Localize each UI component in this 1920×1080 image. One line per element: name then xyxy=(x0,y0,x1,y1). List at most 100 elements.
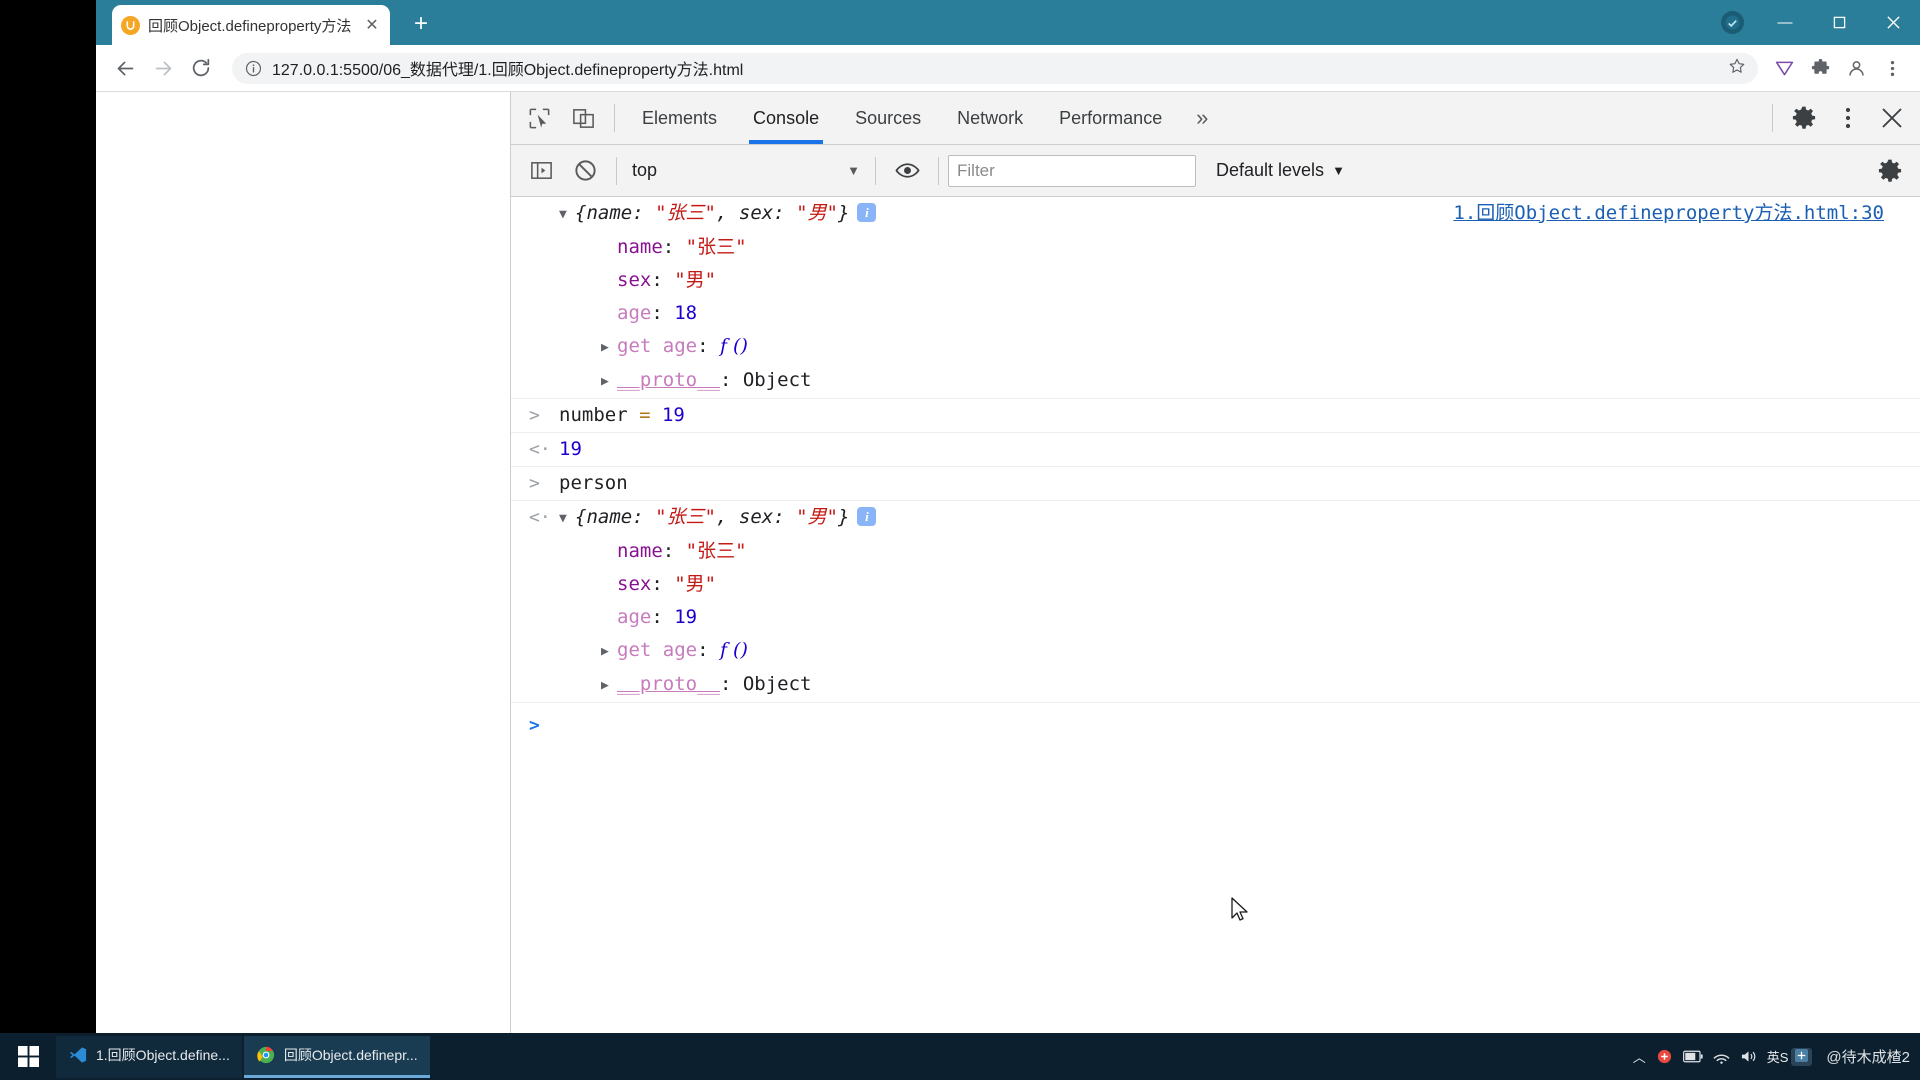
execution-context-selector[interactable]: top ▼ xyxy=(626,155,866,187)
eye-icon[interactable] xyxy=(885,151,929,191)
property-value: f () xyxy=(719,639,748,661)
info-badge-icon[interactable]: i xyxy=(857,507,877,526)
address-bar[interactable]: 127.0.0.1:5500/06_数据代理/1.回顾Object.define… xyxy=(232,52,1758,84)
preview-comma: , xyxy=(716,506,739,528)
inspect-element-icon[interactable] xyxy=(517,98,561,138)
windows-taskbar: 1.回顾Object.define... 回顾Object.definepr..… xyxy=(0,1033,1920,1080)
console-row-preview[interactable]: ▼ {name: "张三", sex: "男"} i 1.回顾Object.defi… xyxy=(511,197,1920,231)
property-key[interactable]: __proto__ xyxy=(617,673,720,695)
console-row-prop[interactable]: ▶ get age: f () xyxy=(511,330,1920,364)
expand-triangle-icon[interactable]: ▶ xyxy=(601,331,617,364)
tab-console[interactable]: Console xyxy=(735,92,837,144)
console-row-prop[interactable]: ▶ __proto__: Object xyxy=(511,668,1920,702)
ime-mode-box[interactable] xyxy=(1791,1047,1813,1066)
ime-label: 英S xyxy=(1766,1050,1789,1065)
console-result-text: 19 xyxy=(559,433,1920,466)
console-input-text: person xyxy=(559,467,1920,500)
console-entry-result[interactable]: <· 19 xyxy=(511,433,1920,467)
taskbar-item-chrome[interactable]: 回顾Object.definepr... xyxy=(243,1035,430,1078)
filter-divider-1 xyxy=(616,156,617,185)
console-filter-input[interactable] xyxy=(948,154,1196,187)
expand-triangle-icon[interactable]: ▼ xyxy=(559,502,575,535)
device-toolbar-icon[interactable] xyxy=(561,98,605,138)
clear-console-icon[interactable] xyxy=(563,151,607,191)
back-arrow-icon[interactable] xyxy=(106,49,144,87)
tab-close-icon[interactable]: ✕ xyxy=(363,16,381,34)
console-settings-gear-icon[interactable] xyxy=(1868,151,1912,191)
console-message-list[interactable]: ▼ {name: "张三", sex: "男"} i 1.回顾Object.defi… xyxy=(511,197,1920,1057)
console-row-prop[interactable]: name: "张三" xyxy=(511,231,1920,264)
more-vertical-icon[interactable] xyxy=(1826,98,1870,138)
object-property[interactable]: ▶ get age: f () xyxy=(559,634,1920,668)
console-row-prop[interactable]: sex: "男" xyxy=(511,568,1920,601)
console-entry-object-log[interactable]: ▼ {name: "张三", sex: "男"} i 1.回顾Object.defi… xyxy=(511,197,1920,399)
info-badge-icon[interactable]: i xyxy=(857,203,877,222)
console-row-prop[interactable]: ▶ get age: f () xyxy=(511,634,1920,668)
forward-arrow-icon[interactable] xyxy=(144,49,182,87)
console-row-input[interactable]: > number = 19 xyxy=(511,399,1920,432)
gear-icon[interactable] xyxy=(1782,98,1826,138)
console-entry-input[interactable]: > number = 19 xyxy=(511,399,1920,433)
tab-elements[interactable]: Elements xyxy=(624,92,735,144)
browser-tab[interactable]: 回顾Object.defineproperty方法 ✕ xyxy=(112,5,390,45)
expand-triangle-icon[interactable]: ▶ xyxy=(601,635,617,668)
console-row-prop[interactable]: sex: "男" xyxy=(511,264,1920,297)
taskbar-item-vscode[interactable]: 1.回顾Object.define... xyxy=(56,1035,242,1078)
devtools-tabs: Elements Console Sources Network Perform… xyxy=(624,92,1224,144)
input-operator: = xyxy=(639,404,662,426)
tab-sources[interactable]: Sources xyxy=(837,92,939,144)
expand-triangle-icon[interactable]: ▶ xyxy=(601,669,617,702)
minimize-button[interactable]: — xyxy=(1758,0,1812,45)
more-tabs-icon[interactable]: » xyxy=(1180,92,1224,144)
tray-battery-icon[interactable] xyxy=(1682,1050,1703,1063)
log-levels-selector[interactable]: Default levels ▼ xyxy=(1206,155,1355,187)
site-info-icon[interactable] xyxy=(244,59,263,78)
console-sidebar-icon[interactable] xyxy=(519,151,563,191)
console-row-prop[interactable]: age: 18 xyxy=(511,297,1920,330)
maximize-button[interactable] xyxy=(1812,0,1866,45)
extension-v-icon[interactable] xyxy=(1766,50,1802,86)
preview-close-brace: } xyxy=(838,506,850,528)
console-row-prop[interactable]: age: 19 xyxy=(511,601,1920,634)
close-devtools-icon[interactable] xyxy=(1870,98,1914,138)
input-identifier: person xyxy=(559,472,628,494)
object-property[interactable]: ▶ __proto__: Object xyxy=(559,364,1920,398)
tray-network-icon[interactable] xyxy=(1713,1050,1730,1064)
console-row-prop[interactable]: ▶ __proto__: Object xyxy=(511,364,1920,398)
console-row-preview[interactable]: <· ▼ {name: "张三", sex: "男"} i xyxy=(511,501,1920,535)
close-window-button[interactable] xyxy=(1866,0,1920,45)
chrome-profile-icon[interactable] xyxy=(1838,50,1874,86)
preview-key-2: sex xyxy=(738,506,774,528)
tray-app-icon[interactable] xyxy=(1656,1048,1673,1065)
console-entry-result-object[interactable]: <· ▼{name: "张三", sex: "男"}i name: "张三" xyxy=(511,501,1920,703)
new-tab-button[interactable]: + xyxy=(406,9,436,39)
console-row-prop[interactable]: name: "张三" xyxy=(511,535,1920,568)
source-link[interactable]: 1.回顾Object.defineproperty方法.html:30 xyxy=(1453,197,1884,230)
reload-icon[interactable] xyxy=(182,49,220,87)
tray-volume-icon[interactable] xyxy=(1740,1049,1757,1064)
profile-avatar-icon[interactable] xyxy=(1721,11,1744,34)
object-property[interactable]: ▶ get age: f () xyxy=(559,330,1920,364)
property-key[interactable]: __proto__ xyxy=(617,369,720,391)
property-colon: : xyxy=(651,302,675,324)
object-preview[interactable]: ▼ {name: "张三", sex: "男"} i xyxy=(559,501,1920,535)
extensions-puzzle-icon[interactable] xyxy=(1802,50,1838,86)
object-property[interactable]: ▶ __proto__: Object xyxy=(559,668,1920,702)
ime-indicator[interactable]: 英S xyxy=(1767,1047,1813,1066)
start-button[interactable] xyxy=(0,1033,56,1080)
preview-sep-1: : xyxy=(632,202,656,224)
console-prompt[interactable]: > xyxy=(511,703,1920,742)
expand-triangle-icon[interactable]: ▶ xyxy=(601,365,617,398)
console-row-input[interactable]: > person xyxy=(511,467,1920,500)
tray-expand-icon[interactable]: ︿ xyxy=(1633,1047,1646,1066)
preview-key-2: sex xyxy=(738,202,774,224)
expand-triangle-icon[interactable]: ▼ xyxy=(559,198,575,231)
tab-performance[interactable]: Performance xyxy=(1041,92,1180,144)
tab-network[interactable]: Network xyxy=(939,92,1041,144)
console-row-result[interactable]: <· 19 xyxy=(511,433,1920,466)
bookmark-star-icon[interactable] xyxy=(1728,57,1746,80)
console-entry-input[interactable]: > person xyxy=(511,467,1920,501)
property-colon: : xyxy=(651,606,675,628)
console-input-gutter-icon: > xyxy=(529,405,540,426)
chrome-menu-icon[interactable] xyxy=(1874,50,1910,86)
